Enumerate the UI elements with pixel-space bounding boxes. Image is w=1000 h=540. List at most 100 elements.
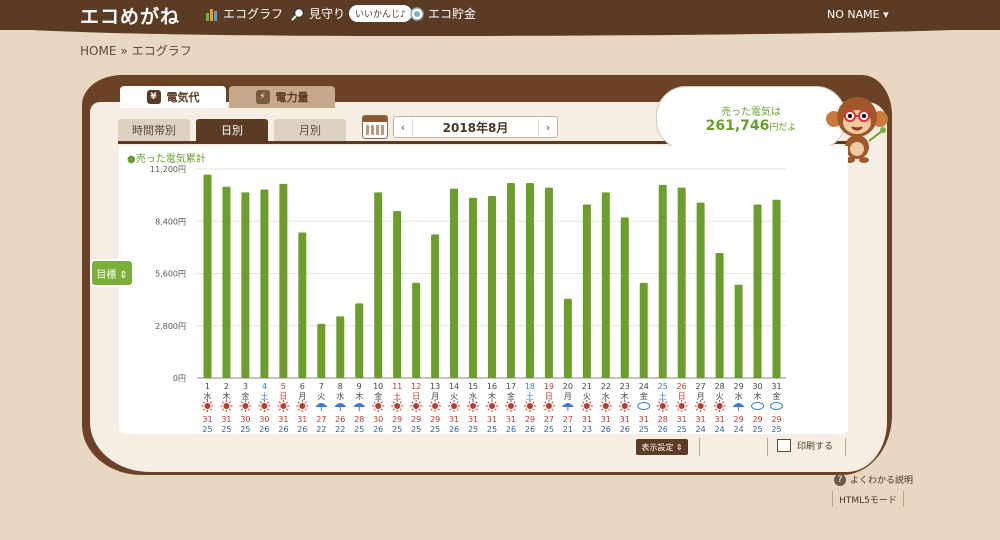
high-temp-label: 27	[544, 415, 554, 424]
high-temp-label: 28	[658, 415, 668, 424]
x-tick-label: 22	[601, 382, 611, 391]
chart-bar	[222, 186, 231, 378]
target-button[interactable]: 目標 ⇕	[92, 261, 132, 285]
tab-by-day[interactable]: 日別	[196, 119, 268, 141]
high-temp-label: 31	[715, 415, 725, 424]
sun-ray	[468, 401, 471, 404]
html5-mode-button[interactable]: HTML5モード	[832, 491, 904, 507]
sun-ray	[487, 408, 490, 411]
sold-unit: 円だよ	[769, 123, 797, 133]
nav-eco-savings[interactable]: エコ貯金	[410, 5, 476, 22]
sun-ray	[228, 408, 232, 411]
high-temp-label: 31	[620, 415, 630, 424]
cloud-icon	[637, 402, 651, 410]
sun-ray	[513, 408, 516, 411]
next-month-button[interactable]: ›	[539, 121, 557, 134]
sun-ray	[430, 401, 433, 404]
x-tick-label: 21	[582, 382, 592, 391]
y-tick-label: 8,400円	[155, 217, 186, 226]
x-tick-label: 10	[373, 382, 383, 391]
tab-electricity-cost[interactable]: ¥ 電気代	[120, 86, 226, 108]
low-temp-label: 25	[202, 425, 212, 434]
high-temp-label: 29	[733, 415, 743, 424]
x-tick-label: 19	[544, 382, 554, 391]
breadcrumb-current: エコグラフ	[131, 44, 192, 58]
low-temp-label: 21	[563, 425, 573, 434]
print-button[interactable]: 印刷する	[777, 439, 833, 452]
weekday-label: 月	[697, 392, 705, 401]
high-temp-label: 31	[677, 415, 687, 424]
x-tick-label: 13	[430, 382, 440, 391]
status-bubble: いいかんじ♪	[349, 5, 412, 22]
tab-by-month[interactable]: 月別	[274, 119, 346, 141]
user-menu[interactable]: NO NAME ▾	[827, 8, 889, 21]
sun-ray	[582, 408, 585, 411]
sun-ray	[532, 401, 535, 404]
print-label: 印刷する	[797, 442, 834, 452]
sun-ray	[601, 401, 604, 404]
low-temp-label: 24	[733, 425, 743, 434]
low-temp-label: 25	[354, 425, 364, 434]
sun-ray	[449, 401, 452, 404]
help-link[interactable]: ? よくわかる説明	[834, 473, 913, 486]
sun-ray	[418, 408, 421, 411]
sun-icon	[432, 403, 439, 409]
sun-ray	[437, 408, 440, 411]
weekday-label: 日	[279, 392, 287, 401]
prev-month-button[interactable]: ‹	[394, 121, 412, 134]
sun-ray	[525, 408, 528, 411]
sun-ray	[380, 408, 383, 411]
sun-ray	[221, 408, 224, 411]
tab-by-time[interactable]: 時間帯別	[118, 119, 190, 141]
weekday-label: 水	[469, 391, 477, 401]
sun-ray	[582, 401, 585, 404]
sun-ray	[589, 401, 592, 404]
sun-ray	[373, 401, 376, 404]
cloud-icon	[770, 402, 784, 410]
sun-ray	[449, 408, 452, 411]
low-temp-label: 25	[430, 425, 440, 434]
low-temp-label: 25	[677, 425, 687, 434]
calendar-icon[interactable]	[362, 115, 388, 139]
nav-eco-graph[interactable]: エコグラフ	[205, 5, 283, 22]
sun-icon	[413, 403, 420, 409]
sun-ray	[297, 408, 300, 411]
x-tick-label: 31	[771, 382, 781, 391]
sun-ray	[247, 401, 251, 404]
weekday-label: 水	[203, 391, 211, 401]
chart-bar	[677, 187, 686, 378]
low-temp-label: 26	[658, 425, 668, 434]
nav-watch[interactable]: 見守り	[291, 5, 345, 22]
high-temp-label: 31	[202, 415, 212, 424]
weekday-label: 火	[716, 392, 724, 401]
sun-icon	[261, 403, 268, 409]
low-temp-label: 22	[316, 425, 326, 434]
tab-power-amount[interactable]: ⚡ 電力量	[229, 86, 335, 108]
chart-bar	[734, 284, 743, 378]
chart-bar	[658, 184, 667, 378]
sun-ray	[373, 408, 376, 411]
sun-ray	[715, 401, 718, 404]
chart-bar	[317, 323, 326, 378]
high-temp-label: 28	[354, 415, 364, 424]
breadcrumb-home[interactable]: HOME	[80, 44, 116, 58]
sun-ray	[278, 401, 281, 404]
sun-ray	[494, 408, 497, 411]
chart-bar	[336, 316, 345, 378]
weekday-label: 木	[621, 391, 629, 401]
weekday-label: 月	[564, 392, 572, 401]
display-settings-button[interactable]: 表示設定 ⇕	[636, 439, 688, 455]
sun-icon	[507, 403, 514, 409]
sun-icon	[489, 403, 495, 409]
low-temp-label: 25	[411, 425, 421, 434]
chart-bar	[601, 192, 610, 378]
tab-power-amount-label: 電力量	[275, 91, 309, 104]
chart-bar	[241, 192, 250, 378]
yen-icon: ¥	[146, 90, 161, 104]
y-tick-label: 5,600円	[155, 270, 186, 279]
low-temp-label: 26	[449, 425, 459, 434]
app-logo[interactable]: エコめがね	[80, 2, 180, 29]
chart-bar	[279, 183, 288, 378]
weekday-label: 日	[412, 392, 420, 401]
low-temp-label: 25	[487, 425, 497, 434]
